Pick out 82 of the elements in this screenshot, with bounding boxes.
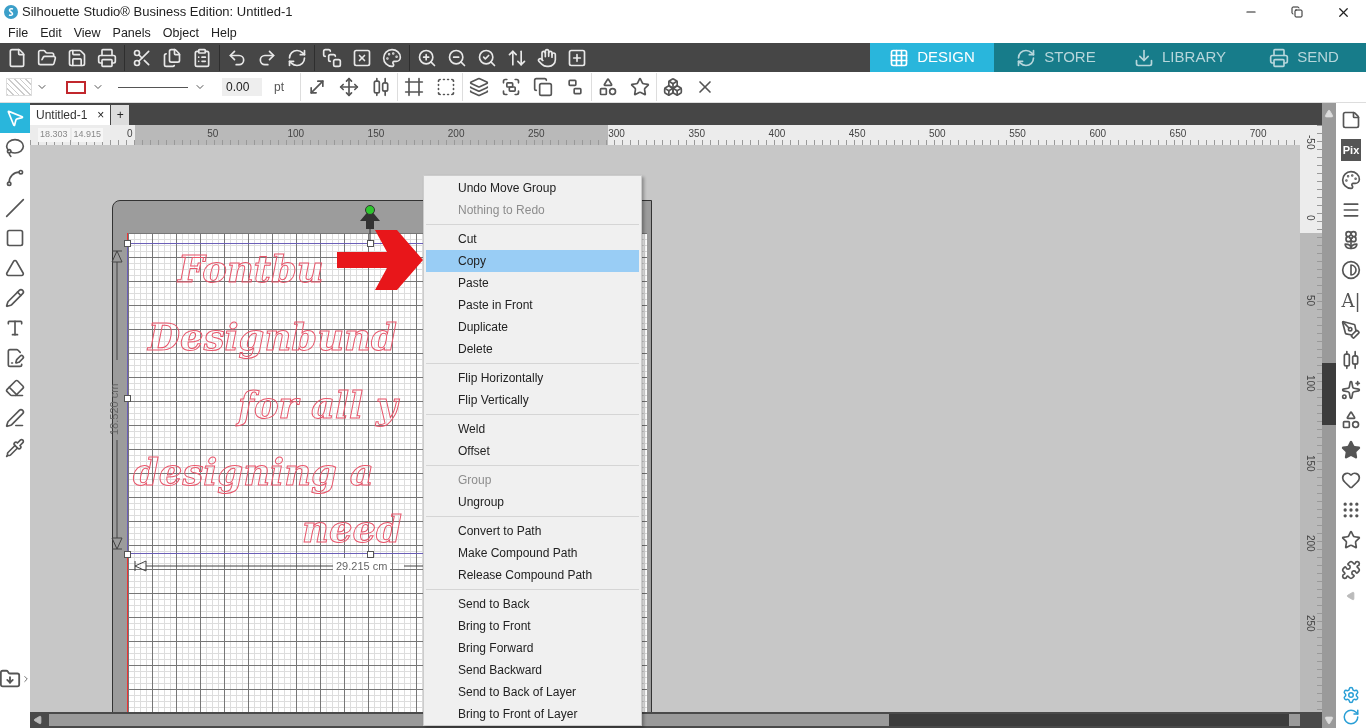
ruler-label: 600 (1089, 127, 1107, 141)
window-title: Silhouette Studio® Business Edition: Untitled-1 (22, 3, 293, 22)
grid-icon (889, 47, 910, 68)
download-icon (1134, 47, 1155, 68)
context-menu-item[interactable]: Send to Back (426, 593, 639, 615)
menu-item[interactable]: File (2, 24, 35, 43)
context-menu-item[interactable]: Send Backward (426, 659, 639, 681)
ruler-label: 100 (287, 127, 305, 141)
scroll-left-icon[interactable] (33, 715, 43, 725)
menu-item[interactable]: Panels (106, 24, 157, 43)
context-menu-item[interactable]: Make Compound Path (426, 542, 639, 564)
ruler-label: 50 (207, 127, 219, 141)
restore-icon (1291, 6, 1303, 18)
ruler-label: 0 (127, 127, 133, 141)
folder-download-icon[interactable] (0, 668, 21, 690)
context-menu-item[interactable]: Offset (426, 440, 639, 462)
pix-button[interactable]: Pix (1340, 139, 1362, 161)
context-menu-item[interactable]: Send to Back of Layer (426, 681, 639, 703)
cursor-coordinate: 14.915 (71, 128, 104, 142)
ruler-label: 300 (608, 127, 625, 141)
text-style-button[interactable]: A| (1341, 285, 1361, 315)
ruler-label: -50 (1304, 135, 1317, 150)
cycle-arrows-icon (1016, 47, 1037, 68)
selection-handle[interactable] (367, 240, 374, 247)
ruler-label: 100 (1304, 375, 1317, 392)
menu-item[interactable]: View (67, 24, 107, 43)
context-menu-item[interactable]: Undo Move Group (426, 177, 639, 199)
new-tab-button[interactable]: + (111, 105, 130, 125)
rotate-handle[interactable] (360, 203, 380, 241)
context-menu-item[interactable]: Duplicate (426, 316, 639, 338)
fill-pattern-swatch[interactable] (6, 78, 32, 96)
line-width-field[interactable]: 0.00 (222, 78, 262, 96)
menu-item[interactable]: Object (156, 24, 205, 43)
context-menu-item[interactable]: Ungroup (426, 491, 639, 513)
context-menu-item[interactable]: Bring Forward (426, 637, 639, 659)
context-menu-item[interactable]: Cut (426, 228, 639, 250)
ruler-label: 650 (1169, 127, 1187, 141)
ruler-label: 0 (1304, 215, 1317, 221)
context-menu-item[interactable]: Paste in Front (426, 294, 639, 316)
ruler-label: 450 (848, 127, 866, 141)
sync-icon[interactable] (1342, 708, 1360, 726)
scroll-thumb[interactable] (889, 714, 1289, 726)
ruler-label: 350 (688, 127, 706, 141)
menu-item[interactable]: Help (204, 24, 243, 43)
selection-handle[interactable] (367, 551, 374, 558)
app-logo-icon (4, 5, 18, 19)
context-menu-item[interactable]: Weld (426, 418, 639, 440)
ruler-label: 700 (1249, 127, 1267, 141)
context-menu-item[interactable]: Paste (426, 272, 639, 294)
ruler-label: 200 (1304, 535, 1317, 552)
context-menu-item[interactable]: Release Compound Path (426, 564, 639, 586)
settings-icon[interactable] (1342, 686, 1360, 704)
line-color-swatch[interactable] (66, 80, 86, 94)
context-menu-item[interactable]: Flip Horizontally (426, 367, 639, 389)
ruler-label: 400 (768, 127, 786, 141)
line-style-sample[interactable] (118, 86, 188, 88)
context-menu-item[interactable]: Flip Vertically (426, 389, 639, 411)
ruler-label: 150 (1304, 455, 1317, 472)
ruler-label: 250 (528, 127, 545, 141)
ruler-label: 500 (929, 127, 946, 141)
width-label: 29.215 cm (333, 558, 391, 575)
ruler-label: 200 (447, 127, 465, 141)
ruler-label: 550 (1009, 127, 1026, 141)
context-menu-item[interactable]: Copy (426, 250, 639, 272)
selection-handle[interactable] (124, 551, 131, 558)
context-menu-item[interactable]: Convert to Path (426, 520, 639, 542)
menu-item[interactable]: Edit (34, 24, 68, 43)
ruler-label: 150 (367, 127, 385, 141)
printer-icon (1269, 47, 1290, 68)
expand-icon[interactable] (21, 674, 31, 684)
selection-handle[interactable] (124, 240, 131, 247)
document-tab[interactable]: Untitled-1 × (30, 105, 111, 125)
scroll-thumb[interactable] (1322, 363, 1336, 425)
context-menu-item[interactable]: Bring to Front of Layer (426, 703, 639, 725)
context-menu-item[interactable]: Bring to Front (426, 615, 639, 637)
tab-close-button[interactable]: × (97, 106, 105, 124)
selection-handle[interactable] (124, 395, 131, 402)
unit-label: pt (274, 79, 284, 96)
ruler-label: 50 (1304, 295, 1317, 307)
ruler-label: 250 (1304, 615, 1317, 632)
cursor-coordinate: 18.303 (38, 128, 70, 142)
context-menu-item[interactable]: Delete (426, 338, 639, 360)
